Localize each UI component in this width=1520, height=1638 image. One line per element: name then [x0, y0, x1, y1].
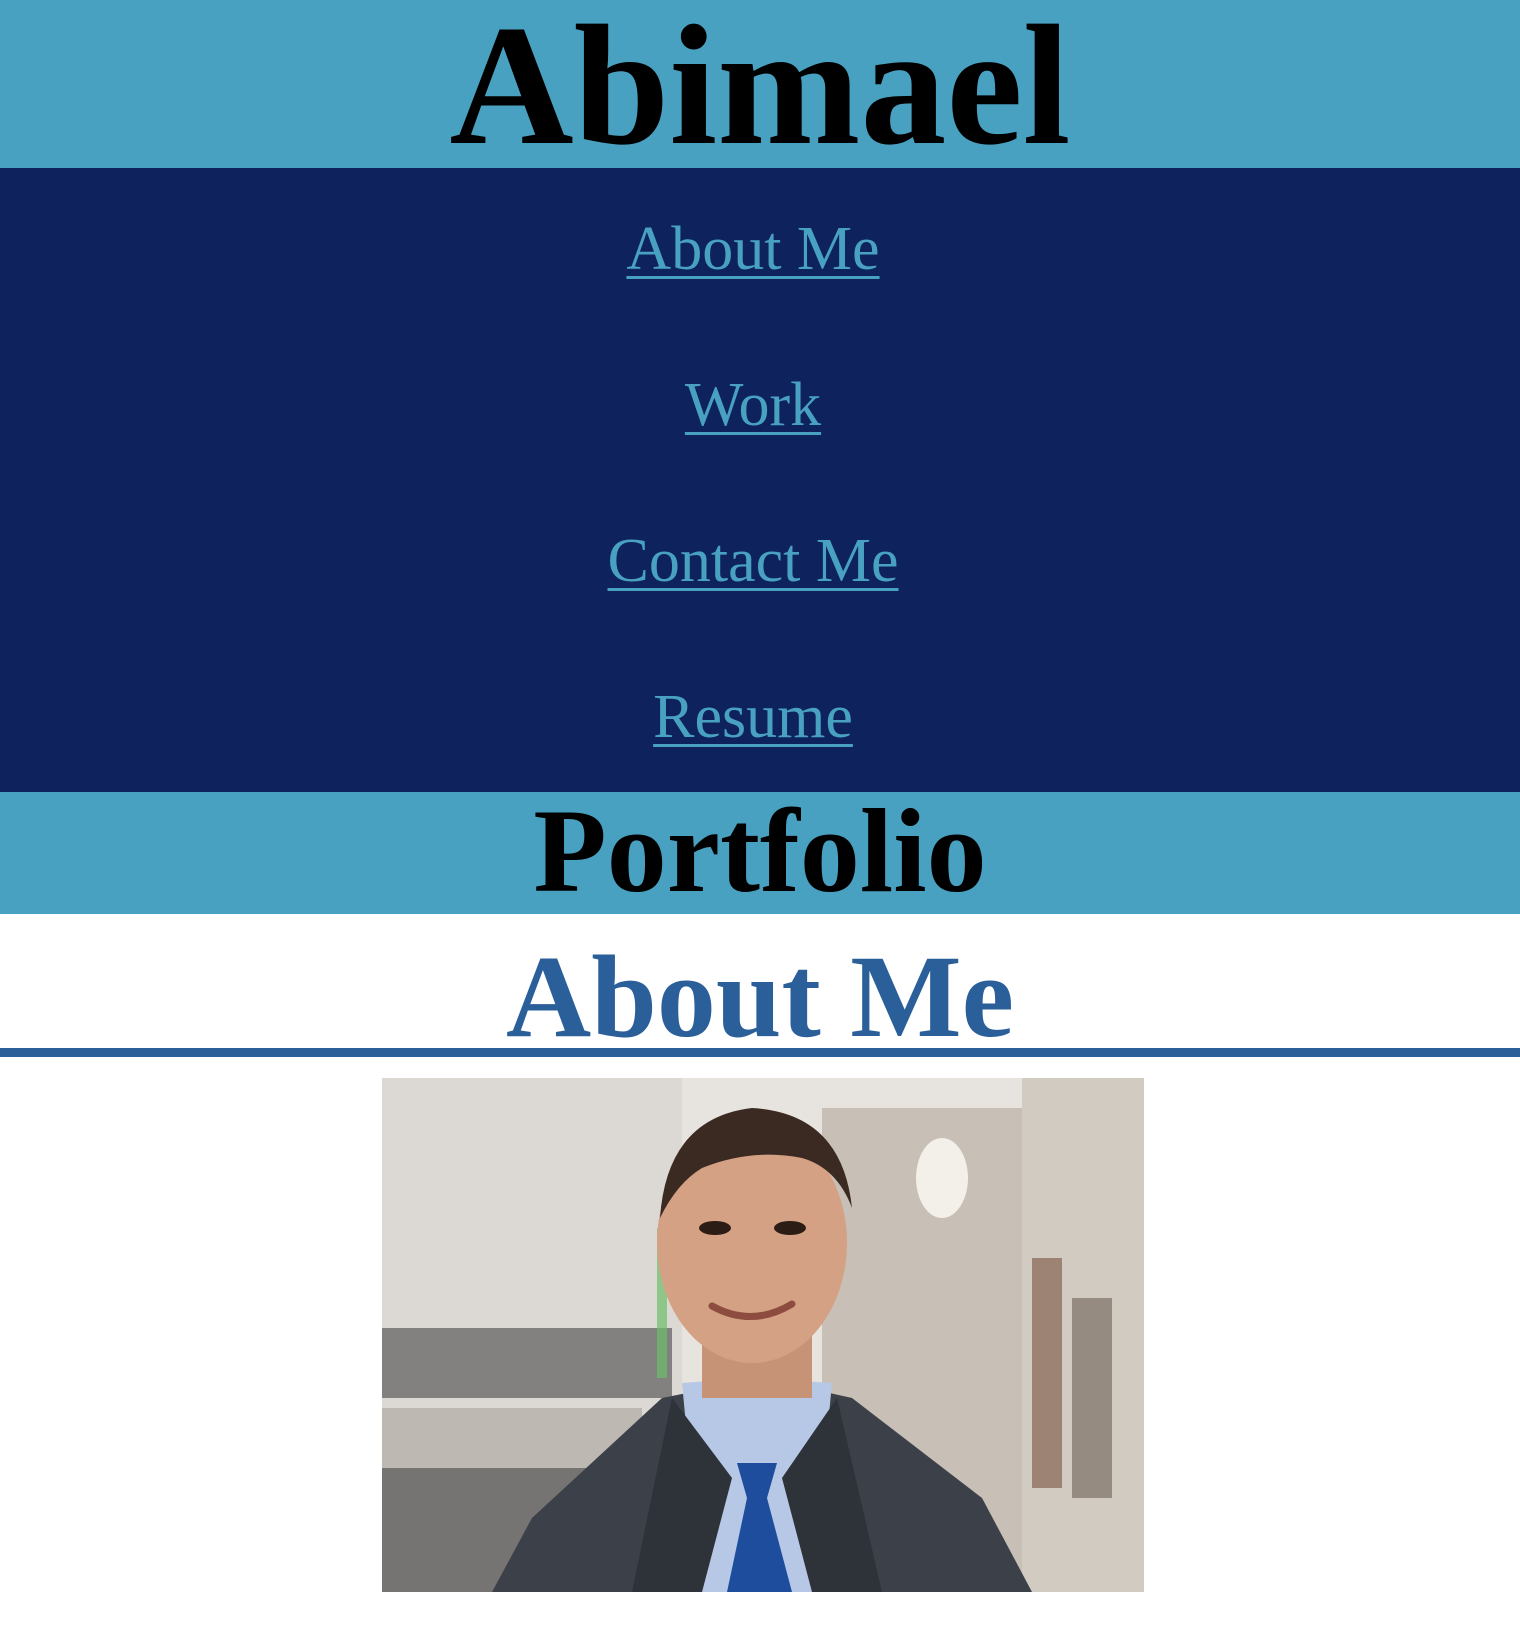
portfolio-title: Portfolio: [533, 792, 987, 914]
about-heading: About Me: [505, 931, 1014, 1062]
nav-link-contact-me[interactable]: Contact Me: [608, 530, 899, 592]
main-nav: About Me Work Contact Me Resume: [0, 168, 1520, 792]
profile-photo-illustration: [382, 1078, 1144, 1592]
portfolio-banner: Portfolio: [0, 792, 1520, 914]
site-title: Abimael: [449, 0, 1071, 168]
profile-photo: [382, 1078, 1144, 1592]
about-section: About Me: [0, 914, 1520, 1062]
nav-link-about-me[interactable]: About Me: [626, 218, 879, 280]
nav-link-resume[interactable]: Resume: [653, 686, 853, 748]
site-header: Abimael: [0, 0, 1520, 168]
nav-link-work[interactable]: Work: [685, 374, 821, 436]
